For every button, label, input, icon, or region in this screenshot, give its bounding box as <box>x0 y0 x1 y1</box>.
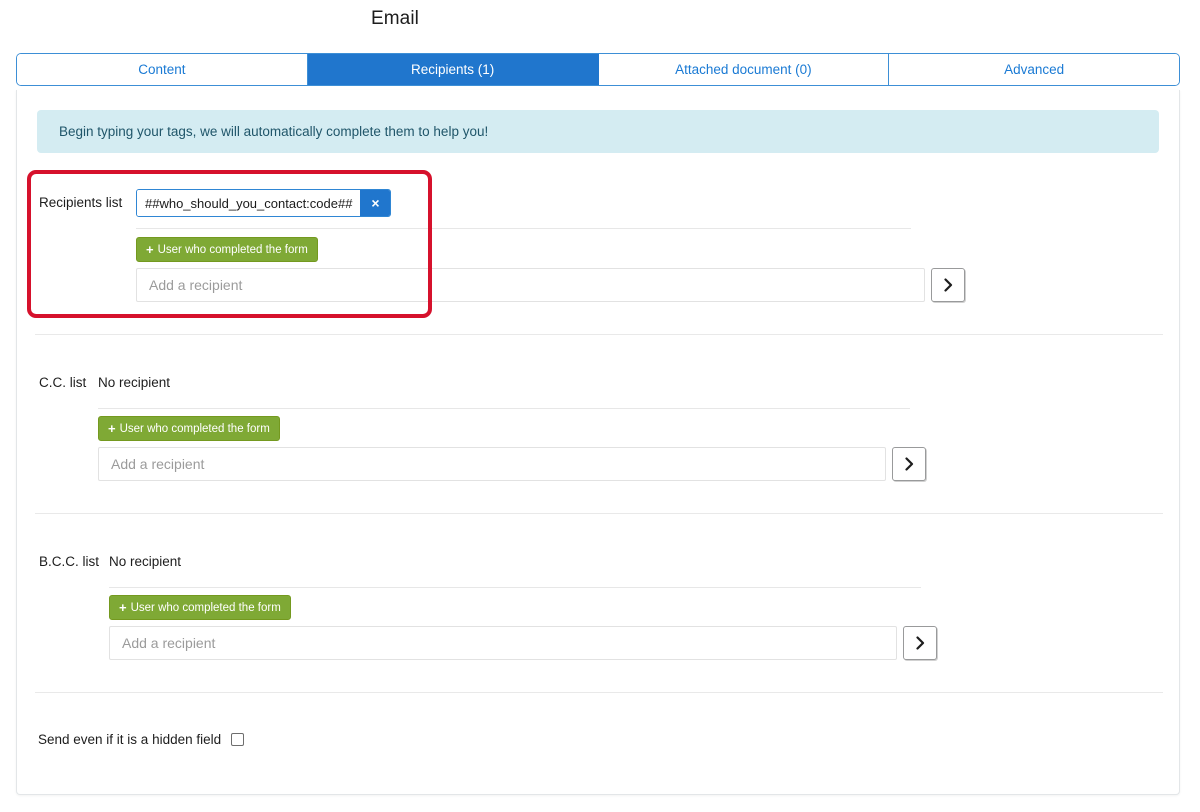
tab-recipients[interactable]: Recipients (1) <box>307 54 599 85</box>
hidden-field-checkbox[interactable] <box>231 733 245 746</box>
recipients-input-group <box>136 268 965 302</box>
hidden-field-row: Send even if it is a hidden field <box>38 732 245 747</box>
cc-add-form-user-button[interactable]: + User who completed the form <box>98 416 280 441</box>
plus-icon: + <box>108 421 116 436</box>
recipient-chip-label: ##who_should_you_contact:code## <box>137 190 361 216</box>
email-settings-page: Email Content Recipients (1) Attached do… <box>0 0 1200 812</box>
bcc-empty-text: No recipient <box>109 554 182 569</box>
cc-input-group <box>98 447 926 481</box>
recipients-list-label: Recipients list <box>39 195 123 210</box>
recipients-add-form-user-button[interactable]: + User who completed the form <box>136 237 318 262</box>
close-icon[interactable]: × <box>360 190 391 216</box>
cc-add-form-user-label: User who completed the form <box>119 422 270 435</box>
info-banner-text: Begin typing your tags, we will automati… <box>59 124 489 139</box>
recipients-chip-divider <box>136 228 911 229</box>
cc-section-divider <box>35 513 1163 514</box>
bcc-divider <box>109 587 921 588</box>
plus-icon: + <box>146 242 154 257</box>
page-title-bar: Email <box>0 8 790 30</box>
tab-advanced[interactable]: Advanced <box>889 54 1179 85</box>
tab-bar: Content Recipients (1) Attached document… <box>16 53 1180 86</box>
cc-divider <box>98 408 910 409</box>
recipients-add-input[interactable] <box>136 268 925 302</box>
tab-content[interactable]: Content <box>17 54 308 85</box>
bcc-list-label: B.C.C. list <box>39 554 100 569</box>
chevron-right-icon[interactable] <box>931 268 965 302</box>
bcc-input-group <box>109 626 937 660</box>
bcc-add-input[interactable] <box>109 626 897 660</box>
recipients-add-form-user-label: User who completed the form <box>157 243 308 256</box>
info-banner: Begin typing your tags, we will automati… <box>37 110 1159 153</box>
plus-icon: + <box>119 600 127 615</box>
recipients-panel: Begin typing your tags, we will automati… <box>16 90 1180 795</box>
bcc-section-divider <box>35 692 1163 693</box>
tab-attached-document[interactable]: Attached document (0) <box>598 54 890 85</box>
recipients-section-divider <box>35 334 1163 335</box>
chevron-right-icon[interactable] <box>892 447 926 481</box>
recipient-chip[interactable]: ##who_should_you_contact:code## × <box>136 189 392 217</box>
cc-empty-text: No recipient <box>98 375 171 390</box>
cc-list-label: C.C. list <box>39 375 87 390</box>
bcc-add-form-user-label: User who completed the form <box>130 601 281 614</box>
cc-add-input[interactable] <box>98 447 886 481</box>
bcc-add-form-user-button[interactable]: + User who completed the form <box>109 595 291 620</box>
page-title: Email <box>370 8 419 29</box>
hidden-field-label: Send even if it is a hidden field <box>38 732 222 747</box>
chevron-right-icon[interactable] <box>903 626 937 660</box>
